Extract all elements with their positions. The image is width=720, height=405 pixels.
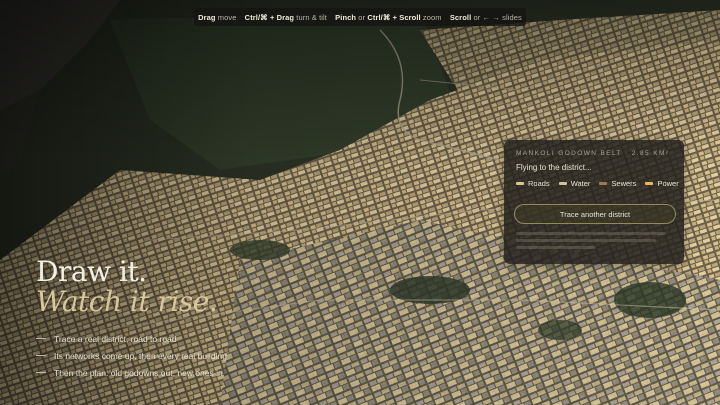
network-legend: Roads Water Sewers Power [516,179,679,188]
placeholder-text-line [516,246,596,249]
feature-list: Trace a real district, road to road Its … [36,330,227,381]
legend-label: Water [570,179,591,188]
hint-keys: Ctrl/⌘ + Scroll [367,12,421,22]
hint-action: zoom [422,12,442,22]
placeholder-text-line [516,239,656,242]
legend-item-roads: Roads [516,179,550,188]
hint-action: move [217,12,237,22]
list-item-text: Trace a real district, road to road [54,333,177,344]
legend-label: Sewers [611,179,637,188]
hint-move: Drag move [198,13,236,22]
hero-headline: Draw it. Watch it rise. [36,255,218,318]
legend-item-water: Water [558,179,591,188]
placeholder-text-line [516,232,666,235]
hint-keys: Ctrl/⌘ + Drag [244,12,295,22]
legend-item-sewers: Sewers [599,179,636,188]
district-info-panel: MANKOLI GODOWN BELT · 2.85 KM² Flying to… [504,140,684,264]
headline-line-1: Draw it. [36,255,147,288]
hint-slides: Scroll or ← → slides [450,13,522,22]
list-item-text: Then the plan: old godowns out, new ones… [54,367,223,378]
status-text: Flying to the district... [516,163,592,172]
hint-keys: Pinch [335,12,357,22]
trace-another-district-button[interactable]: Trace another district [514,204,676,224]
hint-keys: Drag [198,12,216,22]
hint-action: turn & tilt [296,12,327,22]
sewers-swatch-icon [599,182,608,185]
water-swatch-icon [558,182,567,185]
hint-keys: Scroll [449,12,472,22]
roads-swatch-icon [516,182,524,185]
hint-action: slides [502,12,522,22]
hint-turn-tilt: Ctrl/⌘ + Drag turn & tilt [245,13,327,22]
list-item: Trace a real district, road to road [36,330,227,347]
list-item: Then the plan: old godowns out, new ones… [36,364,227,381]
dash-icon [36,355,46,356]
legend-label: Power [657,179,679,188]
power-swatch-icon [645,182,654,185]
district-title: MANKOLI GODOWN BELT · 2.85 KM² [516,150,670,157]
list-item: Its networks come up, then every real bu… [36,347,227,364]
dash-icon [36,338,46,339]
controls-hint-bar: Drag move Ctrl/⌘ + Drag turn & tilt Pinc… [194,8,526,26]
hint-zoom: Pinch or Ctrl/⌘ + Scroll zoom [335,13,442,22]
hint-or: or [473,12,481,22]
hint-arrow-keys: ← → [482,12,500,22]
headline-line-2: Watch it rise. [36,285,218,318]
legend-label: Roads [528,179,550,188]
list-item-text: Its networks come up, then every real bu… [54,350,227,361]
legend-item-power: Power [645,179,679,188]
hint-or: or [358,12,366,22]
dash-icon [36,372,46,373]
